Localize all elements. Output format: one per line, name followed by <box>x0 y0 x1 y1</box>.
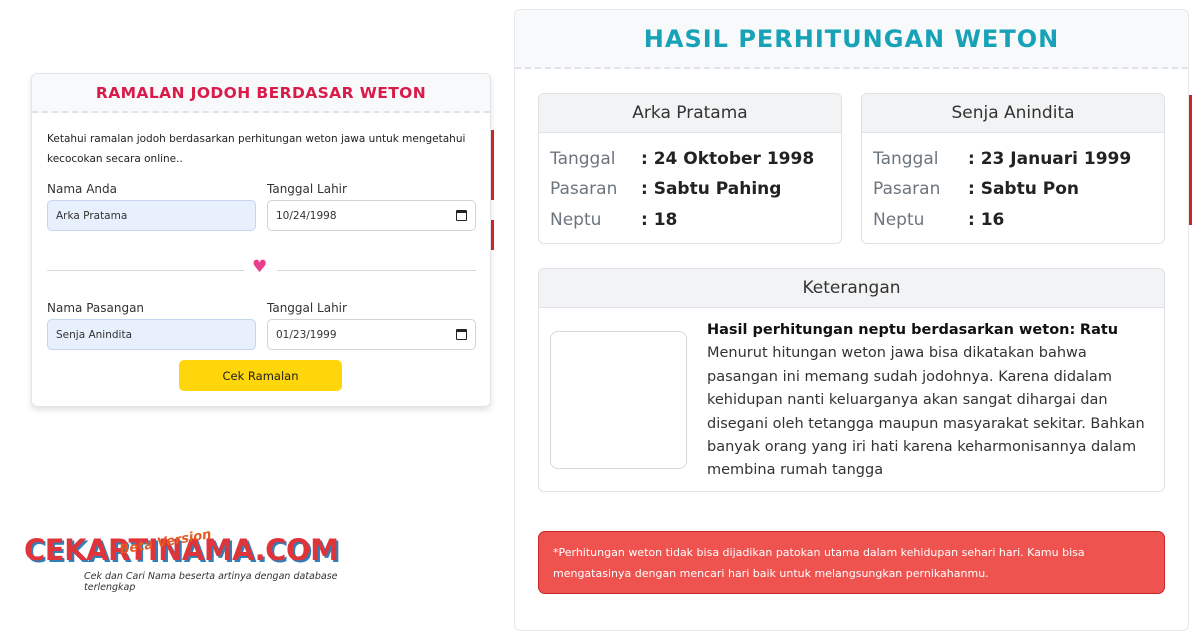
cek-ramalan-button[interactable]: Cek Ramalan <box>179 360 342 391</box>
person-1-tanggal-row: Tanggal : 24 Oktober 1998 <box>550 149 814 169</box>
neptu-label: Neptu <box>550 210 602 230</box>
person-2-name: Senja Anindita <box>862 94 1164 133</box>
name-label: Nama Anda <box>47 182 117 196</box>
form-intro-line-1: Ketahui ramalan jodoh berdasarkan perhit… <box>47 133 466 145</box>
pasaran-value: : Sabtu Pahing <box>641 179 782 199</box>
background-accent <box>491 130 494 200</box>
pasaran-label: Pasaran <box>550 179 618 199</box>
keterangan-title: Keterangan <box>539 269 1164 308</box>
neptu-label: Neptu <box>873 210 925 230</box>
background-accent <box>491 220 494 250</box>
neptu-value: : 18 <box>641 210 678 230</box>
site-logo[interactable]: CEKARTINAMA.COM Beta Version Cek dan Car… <box>24 527 354 593</box>
background-accent <box>1189 95 1192 225</box>
pasaran-label: Pasaran <box>873 179 941 199</box>
tanggal-label: Tanggal <box>873 149 939 169</box>
form-title: RAMALAN JODOH BERDASAR WETON <box>95 83 427 102</box>
calendar-icon[interactable] <box>456 210 467 221</box>
dob-value: 10/24/1998 <box>276 209 337 222</box>
person-2-neptu-row: Neptu : 16 <box>873 210 1004 230</box>
divider-left <box>47 270 244 271</box>
partner-name-label: Nama Pasangan <box>47 301 145 315</box>
dob-label: Tanggal Lahir <box>267 182 347 196</box>
person-1-name: Arka Pratama <box>539 94 841 133</box>
person-1-pasaran-row: Pasaran : Sabtu Pahing <box>550 179 781 199</box>
person-2-pasaran-row: Pasaran : Sabtu Pon <box>873 179 1079 199</box>
heart-icon: ♥ <box>252 257 268 277</box>
keterangan-body: Menurut hitungan weton jawa bisa dikatak… <box>707 345 1145 479</box>
keterangan-verdict: Ratu <box>1079 322 1119 338</box>
tanggal-value: : 23 Januari 1999 <box>968 149 1132 169</box>
pasaran-value: : Sabtu Pon <box>968 179 1079 199</box>
result-header: HASIL PERHITUNGAN WETON <box>515 10 1188 69</box>
tanggal-label: Tanggal <box>550 149 616 169</box>
logo-tagline: Cek dan Cari Nama beserta artinya dengan… <box>84 571 338 593</box>
divider-right <box>277 270 476 271</box>
result-title: HASIL PERHITUNGAN WETON <box>643 24 1060 53</box>
neptu-value: : 16 <box>968 210 1005 230</box>
form-card-header: RAMALAN JODOH BERDASAR WETON <box>32 74 490 113</box>
partner-dob-input[interactable]: 01/23/1999 <box>267 319 476 350</box>
person-1-neptu-row: Neptu : 18 <box>550 210 677 230</box>
person-card-1: Arka Pratama Tanggal : 24 Oktober 1998 Pa… <box>538 93 842 244</box>
keterangan-text: Hasil perhitungan neptu berdasarkan weto… <box>707 319 1157 483</box>
keterangan-card: Keterangan Hasil perhitungan neptu berda… <box>538 268 1165 492</box>
weton-image-placeholder <box>550 331 687 469</box>
name-input[interactable]: Arka Pratama <box>47 200 256 231</box>
dob-input[interactable]: 10/24/1998 <box>267 200 476 231</box>
partner-dob-label: Tanggal Lahir <box>267 301 347 315</box>
partner-name-input[interactable]: Senja Anindita <box>47 319 256 350</box>
person-2-tanggal-row: Tanggal : 23 Januari 1999 <box>873 149 1131 169</box>
keterangan-lead: Hasil perhitungan neptu berdasarkan weto… <box>707 322 1076 338</box>
weton-form-card: RAMALAN JODOH BERDASAR WETON Ketahui ram… <box>31 73 491 407</box>
disclaimer-alert: *Perhitungan weton tidak bisa dijadikan … <box>538 531 1165 594</box>
partner-dob-value: 01/23/1999 <box>276 328 337 341</box>
person-card-2: Senja Anindita Tanggal: 23 Januari 1999 … <box>861 93 1165 244</box>
calendar-icon[interactable] <box>456 329 467 340</box>
tanggal-value: : 24 Oktober 1998 <box>641 149 815 169</box>
form-intro-line-2: kecocokan secara online.. <box>47 153 183 165</box>
form-intro: Ketahui ramalan jodoh berdasarkan perhit… <box>47 129 467 169</box>
